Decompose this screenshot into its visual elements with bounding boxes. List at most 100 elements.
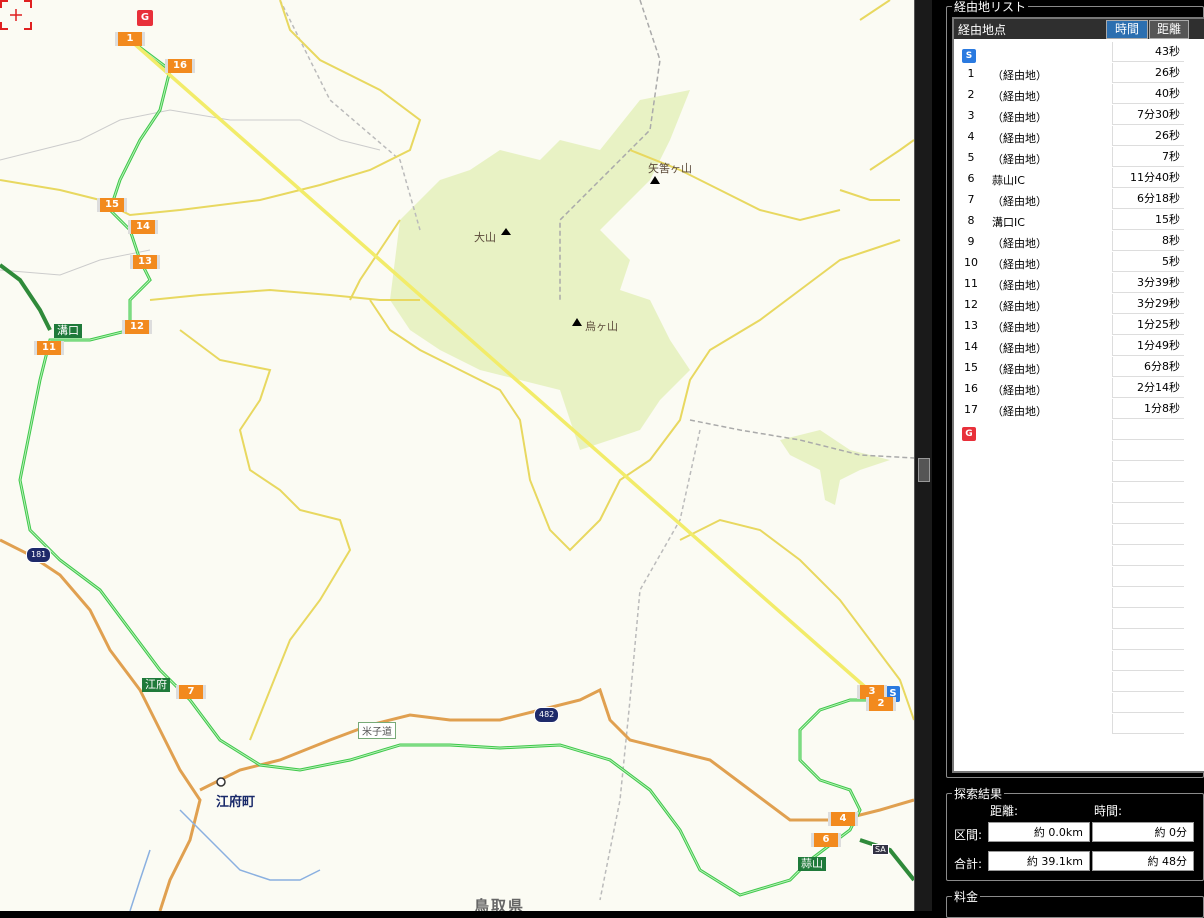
waypoint-marker[interactable]: 4 (828, 812, 858, 826)
row-time: 8秒 (1112, 231, 1184, 251)
empty-row (954, 609, 1184, 630)
waypoint-marker[interactable]: 7 (176, 685, 206, 699)
row-name: （経由地） (992, 69, 1047, 82)
row-number: 7 (967, 193, 975, 206)
list-item[interactable]: 43秒 (954, 42, 1184, 63)
waypoint-marker[interactable]: 14 (128, 220, 158, 234)
empty-row (954, 651, 1184, 672)
row-time-empty (1112, 441, 1184, 461)
row-name: （経由地） (992, 384, 1047, 397)
row-name: （経由地） (992, 405, 1047, 418)
row-number: 15 (964, 361, 978, 374)
section-distance: 約 0.0km (988, 822, 1090, 842)
section-label: 区間: (954, 828, 983, 842)
empty-row (954, 693, 1184, 714)
list-item[interactable]: 13 （経由地） 1分25秒 (954, 315, 1184, 336)
row-time-empty (1112, 504, 1184, 524)
row-time: 1分25秒 (1112, 315, 1184, 335)
ic-label: 溝口 (54, 324, 82, 338)
total-distance: 約 39.1km (988, 851, 1090, 871)
empty-row (954, 630, 1184, 651)
tab-distance[interactable]: 距離 (1149, 20, 1189, 39)
row-name: （経由地） (992, 195, 1047, 208)
row-time-empty (1112, 483, 1184, 503)
row-time-empty (1112, 714, 1184, 734)
row-number: 12 (964, 298, 978, 311)
row-time: 3分29秒 (1112, 294, 1184, 314)
list-item[interactable]: 17 （経由地） 1分8秒 (954, 399, 1184, 420)
section-time: 約 0分 (1092, 822, 1194, 842)
waypoint-marker[interactable]: 13 (130, 255, 160, 269)
sa-plate: SA (872, 844, 889, 855)
road-shield: 482 (534, 707, 560, 723)
empty-row (954, 462, 1184, 483)
list-item[interactable]: 14 （経由地） 1分49秒 (954, 336, 1184, 357)
row-name: （経由地） (992, 153, 1047, 166)
waypoint-marker[interactable]: 15 (97, 198, 127, 212)
park-area (390, 90, 690, 450)
list-item[interactable]: 4 （経由地） 26秒 (954, 126, 1184, 147)
waypoint-list[interactable]: 経由地点 時間 距離 43秒 1 （経由地） 26秒 2 （経由地） 40秒 3 （経由地） 7分… (952, 17, 1204, 773)
row-name: （経由地） (992, 342, 1047, 355)
list-item[interactable]: 15 （経由地） 6分8秒 (954, 357, 1184, 378)
road-shield: 181 (26, 547, 52, 563)
map-drawing (0, 0, 914, 911)
row-name: （経由地） (992, 321, 1047, 334)
row-number: 6 (967, 172, 975, 185)
panel-splitter[interactable] (914, 0, 933, 911)
list-item[interactable]: 6 蒜山IC 11分40秒 (954, 168, 1184, 189)
row-time: 15秒 (1112, 210, 1184, 230)
list-item[interactable]: 1 （経由地） 26秒 (954, 63, 1184, 84)
row-time: 43秒 (1112, 42, 1184, 62)
row-number: 3 (967, 109, 975, 122)
waypoint-marker[interactable]: 2 (866, 697, 896, 711)
total-time: 約 48分 (1092, 851, 1194, 871)
list-header-label: 経由地点 (958, 23, 1007, 37)
row-number: 16 (964, 382, 978, 395)
row-name: （経由地） (992, 132, 1047, 145)
row-time: 6分8秒 (1112, 357, 1184, 377)
list-item[interactable]: 9 （経由地） 8秒 (954, 231, 1184, 252)
fee-title: 料金 (952, 888, 981, 905)
goal-flag[interactable]: G (137, 10, 153, 26)
map-view[interactable]: 矢筈ヶ山 大山 烏ヶ山 江府町 鳥取県 溝口 江府 蒜山 SA 米子道 181 … (0, 0, 914, 911)
row-number: 5 (967, 151, 975, 164)
list-item[interactable]: 11 （経由地） 3分39秒 (954, 273, 1184, 294)
tab-time[interactable]: 時間 (1106, 20, 1148, 39)
list-item[interactable]: 8 溝口IC 15秒 (954, 210, 1184, 231)
row-name: 溝口IC (992, 216, 1025, 229)
side-panel: 経由地リスト 経由地点 時間 距離 43秒 1 （経由地） 26秒 2 （経由地） 40秒 3… (932, 0, 1204, 918)
row-name: （経由地） (992, 279, 1047, 292)
empty-row (954, 525, 1184, 546)
prefecture-label: 鳥取県 (474, 897, 526, 911)
row-time-empty (1112, 609, 1184, 629)
waypoint-marker[interactable]: 6 (811, 833, 841, 847)
splitter-grip-icon[interactable] (918, 458, 930, 482)
empty-row (954, 546, 1184, 567)
list-item[interactable]: 2 （経由地） 40秒 (954, 84, 1184, 105)
waypoint-marker[interactable]: 12 (122, 320, 152, 334)
list-item[interactable]: 10 （経由地） 5秒 (954, 252, 1184, 273)
row-number: 2 (967, 88, 975, 101)
park-area-east (780, 430, 890, 505)
row-time: 3分39秒 (1112, 273, 1184, 293)
waypoint-marker[interactable]: 16 (165, 59, 195, 73)
empty-row (954, 672, 1184, 693)
row-number: 1 (967, 67, 975, 80)
row-time-empty (1112, 630, 1184, 650)
list-item[interactable]: 7 （経由地） 6分18秒 (954, 189, 1184, 210)
row-time: 7分30秒 (1112, 105, 1184, 125)
list-item[interactable]: 5 （経由地） 7秒 (954, 147, 1184, 168)
list-item[interactable]: 16 （経由地） 2分14秒 (954, 378, 1184, 399)
row-name: 蒜山IC (992, 174, 1025, 187)
row-number: 9 (967, 235, 975, 248)
total-label: 合計: (954, 857, 983, 871)
waypoint-list-title: 経由地リスト (952, 0, 1029, 15)
list-item[interactable]: 12 （経由地） 3分29秒 (954, 294, 1184, 315)
waypoint-marker[interactable]: 11 (34, 341, 64, 355)
waypoint-marker[interactable]: 1 (115, 32, 145, 46)
list-item[interactable]: 3 （経由地） 7分30秒 (954, 105, 1184, 126)
town-label: 江府町 (216, 795, 256, 810)
row-time-empty (1112, 546, 1184, 566)
goal-icon: G (962, 421, 976, 441)
